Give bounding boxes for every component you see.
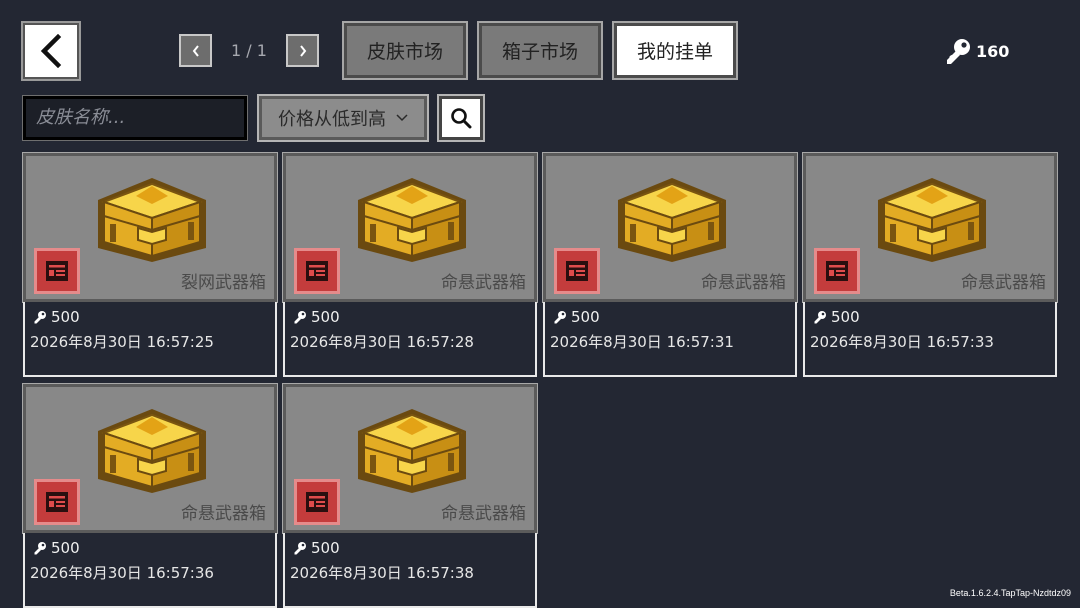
listing-info: 500 2026年8月30日 16:57:25 xyxy=(23,302,277,377)
gold-chest-icon xyxy=(358,409,466,493)
price-value: 500 xyxy=(311,308,340,326)
market-listing-icon xyxy=(566,261,588,281)
listing-image: 命悬武器箱 xyxy=(543,153,797,302)
listing-name: 裂网武器箱 xyxy=(181,273,266,293)
key-balance: 160 xyxy=(944,36,1009,66)
price-value: 500 xyxy=(831,308,860,326)
listing-card[interactable]: 命悬武器箱 500 2026年8月30日 16:57:33 xyxy=(803,153,1057,377)
listing-name: 命悬武器箱 xyxy=(441,504,526,524)
gold-chest-icon xyxy=(98,178,206,262)
market-listing-badge xyxy=(34,479,80,525)
gold-chest-icon xyxy=(98,409,206,493)
listing-card[interactable]: 裂网武器箱 500 2026年8月30日 16:57:25 xyxy=(23,153,277,377)
page-indicator: 1 / 1 xyxy=(231,41,267,60)
search-input[interactable]: 皮肤名称... xyxy=(23,96,247,140)
listing-date: 2026年8月30日 16:57:28 xyxy=(290,333,474,351)
market-listing-badge xyxy=(814,248,860,294)
listing-card[interactable]: 命悬武器箱 500 2026年8月30日 16:57:36 xyxy=(23,384,277,608)
price-value: 500 xyxy=(311,539,340,557)
listing-image: 命悬武器箱 xyxy=(283,153,537,302)
listing-date: 2026年8月30日 16:57:36 xyxy=(30,564,214,582)
price-value: 500 xyxy=(51,308,80,326)
listing-info: 500 2026年8月30日 16:57:33 xyxy=(803,302,1057,377)
listing-image: 命悬武器箱 xyxy=(803,153,1057,302)
gold-chest-icon xyxy=(358,178,466,262)
market-listing-icon xyxy=(306,492,328,512)
sort-dropdown[interactable]: 价格从低到高 xyxy=(259,96,427,140)
listing-info: 500 2026年8月30日 16:57:38 xyxy=(283,533,537,608)
chevron-down-icon xyxy=(396,114,408,122)
key-icon xyxy=(814,311,826,324)
tab-skin-market[interactable]: 皮肤市场 xyxy=(344,23,466,78)
listing-date: 2026年8月30日 16:57:31 xyxy=(550,333,734,351)
chevron-left-icon xyxy=(192,44,199,57)
listing-price: 500 xyxy=(293,539,340,557)
version-label: Beta.1.6.2.4.TapTap-Nzdtdz09 xyxy=(949,588,1071,598)
chevron-right-icon xyxy=(299,44,306,57)
listing-name: 命悬武器箱 xyxy=(701,273,786,293)
back-button[interactable] xyxy=(23,23,79,79)
listing-price: 500 xyxy=(813,308,860,326)
listing-price: 500 xyxy=(293,308,340,326)
tab-case-market[interactable]: 箱子市场 xyxy=(479,23,601,78)
search-icon xyxy=(451,108,472,129)
price-value: 500 xyxy=(571,308,600,326)
listing-name: 命悬武器箱 xyxy=(961,273,1046,293)
key-icon xyxy=(294,311,306,324)
gold-chest-icon xyxy=(878,178,986,262)
back-arrow-icon xyxy=(40,34,62,68)
market-listing-badge xyxy=(294,248,340,294)
listing-image: 命悬武器箱 xyxy=(23,384,277,533)
tab-label: 箱子市场 xyxy=(501,41,578,63)
listing-card[interactable]: 命悬武器箱 500 2026年8月30日 16:57:38 xyxy=(283,384,537,608)
listing-info: 500 2026年8月30日 16:57:31 xyxy=(543,302,797,377)
listing-info: 500 2026年8月30日 16:57:28 xyxy=(283,302,537,377)
market-listing-icon xyxy=(306,261,328,281)
listing-name: 命悬武器箱 xyxy=(441,273,526,293)
key-count: 160 xyxy=(976,41,1010,61)
listing-name: 命悬武器箱 xyxy=(181,504,266,524)
listing-card[interactable]: 命悬武器箱 500 2026年8月30日 16:57:28 xyxy=(283,153,537,377)
listing-info: 500 2026年8月30日 16:57:36 xyxy=(23,533,277,608)
next-page-button[interactable] xyxy=(286,34,319,67)
market-listing-icon xyxy=(46,492,68,512)
prev-page-button[interactable] xyxy=(179,34,212,67)
tab-label: 皮肤市场 xyxy=(366,41,443,63)
market-listing-badge xyxy=(554,248,600,294)
search-button[interactable] xyxy=(439,96,483,140)
listing-date: 2026年8月30日 16:57:38 xyxy=(290,564,474,582)
price-value: 500 xyxy=(51,539,80,557)
key-icon xyxy=(34,311,46,324)
listing-price: 500 xyxy=(553,308,600,326)
listing-date: 2026年8月30日 16:57:25 xyxy=(30,333,214,351)
market-listing-icon xyxy=(826,261,848,281)
listing-price: 500 xyxy=(33,539,80,557)
key-icon xyxy=(34,542,46,555)
listing-date: 2026年8月30日 16:57:33 xyxy=(810,333,994,351)
gold-chest-icon xyxy=(618,178,726,262)
listing-image: 裂网武器箱 xyxy=(23,153,277,302)
market-listing-icon xyxy=(46,261,68,281)
sort-label: 价格从低到高 xyxy=(278,109,386,130)
key-icon xyxy=(947,39,970,64)
listing-card[interactable]: 命悬武器箱 500 2026年8月30日 16:57:31 xyxy=(543,153,797,377)
key-icon xyxy=(554,311,566,324)
listing-image: 命悬武器箱 xyxy=(283,384,537,533)
market-listing-badge xyxy=(34,248,80,294)
market-listing-badge xyxy=(294,479,340,525)
tab-my-listings[interactable]: 我的挂单 xyxy=(614,23,736,78)
tab-label: 我的挂单 xyxy=(636,41,713,63)
listing-price: 500 xyxy=(33,308,80,326)
key-icon xyxy=(294,542,306,555)
